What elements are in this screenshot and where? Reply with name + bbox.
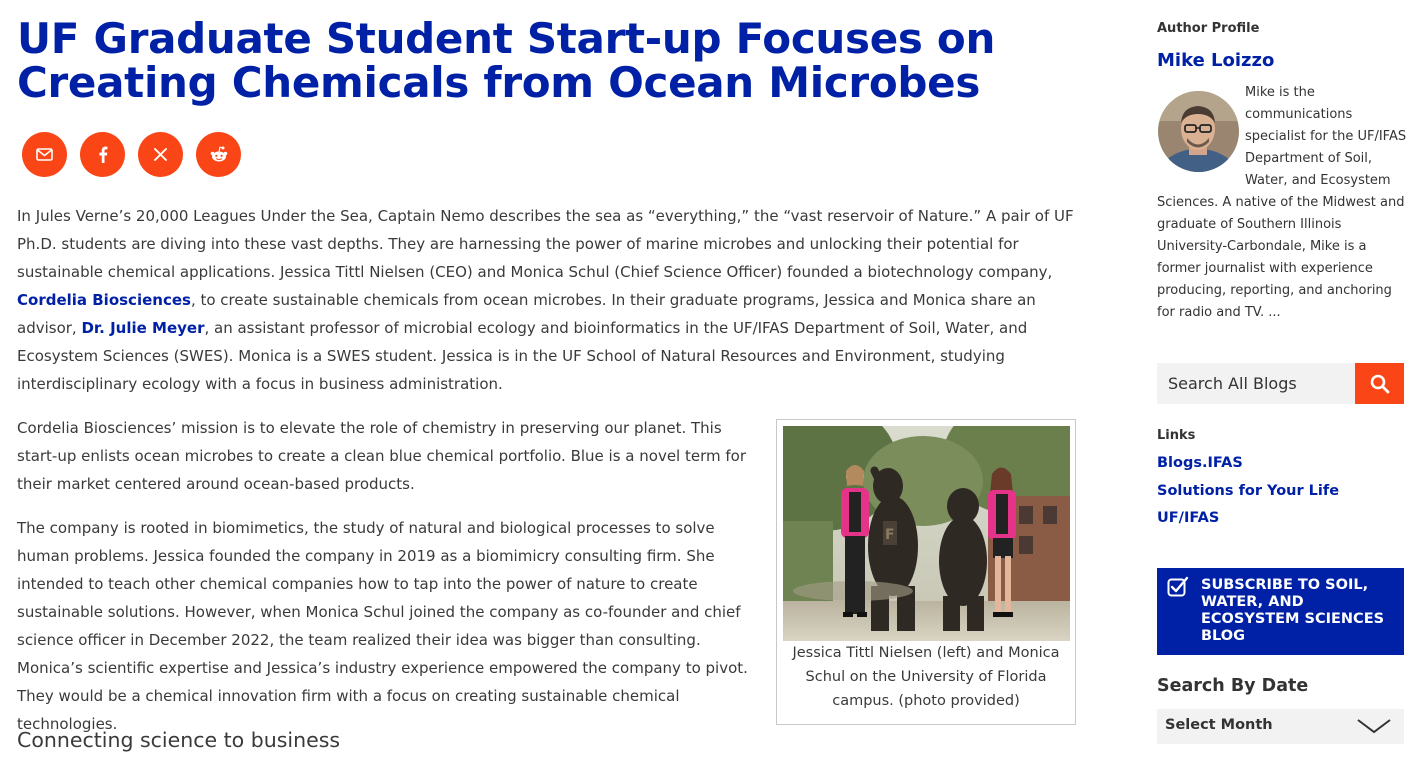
blog-search bbox=[1157, 363, 1404, 404]
article-title: UF Graduate Student Start-up Focuses on … bbox=[17, 14, 996, 107]
section-subheading: Connecting science to business bbox=[17, 728, 341, 752]
article-photo: F bbox=[783, 426, 1070, 641]
chevron-down-icon bbox=[1357, 719, 1391, 734]
article-paragraph: The company is rooted in biomimetics, th… bbox=[17, 519, 748, 733]
julie-meyer-link[interactable]: Dr. Julie Meyer bbox=[81, 319, 204, 337]
svg-text:F: F bbox=[885, 527, 895, 543]
checkbox-icon bbox=[1167, 576, 1189, 597]
reddit-icon bbox=[210, 146, 227, 162]
article-paragraph: In Jules Verne’s 20,000 Leagues Under th… bbox=[17, 207, 1074, 393]
figure-caption: Jessica Tittl Nielsen (left) and Monica … bbox=[792, 645, 1060, 709]
x-icon bbox=[154, 148, 167, 161]
subscribe-label: Subscribe to Soil, Water, and Ecosystem … bbox=[1201, 577, 1385, 644]
search-icon bbox=[1370, 374, 1389, 393]
search-input[interactable] bbox=[1157, 363, 1343, 404]
links-label: Links bbox=[1157, 428, 1196, 443]
search-button[interactable] bbox=[1355, 363, 1404, 404]
facebook-icon bbox=[98, 146, 107, 163]
month-select[interactable]: Select Month bbox=[1157, 709, 1404, 744]
link-uf-ifas[interactable]: UF/IFAS bbox=[1157, 510, 1219, 526]
share-email-button[interactable] bbox=[22, 132, 67, 177]
search-by-date-heading: Search By Date bbox=[1157, 676, 1309, 696]
author-profile-label: Author Profile bbox=[1157, 21, 1260, 36]
share-bar bbox=[22, 132, 241, 177]
email-icon bbox=[36, 148, 53, 161]
author-name-link[interactable]: Mike Loizzo bbox=[1157, 50, 1274, 71]
share-x-button[interactable] bbox=[138, 132, 183, 177]
share-reddit-button[interactable] bbox=[196, 132, 241, 177]
month-select-value: Select Month bbox=[1165, 717, 1273, 733]
cordelia-biosciences-link[interactable]: Cordelia Biosciences bbox=[17, 291, 191, 309]
link-blogs-ifas[interactable]: Blogs.IFAS bbox=[1157, 455, 1243, 471]
article-figure: F Jessica Tittl Nielsen (left) and Monic… bbox=[776, 419, 1076, 725]
author-bio: Mike is the communications specialist fo… bbox=[1157, 85, 1407, 320]
link-solutions-for-your-life[interactable]: Solutions for Your Life bbox=[1157, 483, 1339, 499]
article-paragraph: Cordelia Biosciences’ mission is to elev… bbox=[17, 419, 747, 493]
subscribe-button[interactable]: Subscribe to Soil, Water, and Ecosystem … bbox=[1157, 568, 1404, 655]
share-facebook-button[interactable] bbox=[80, 132, 125, 177]
